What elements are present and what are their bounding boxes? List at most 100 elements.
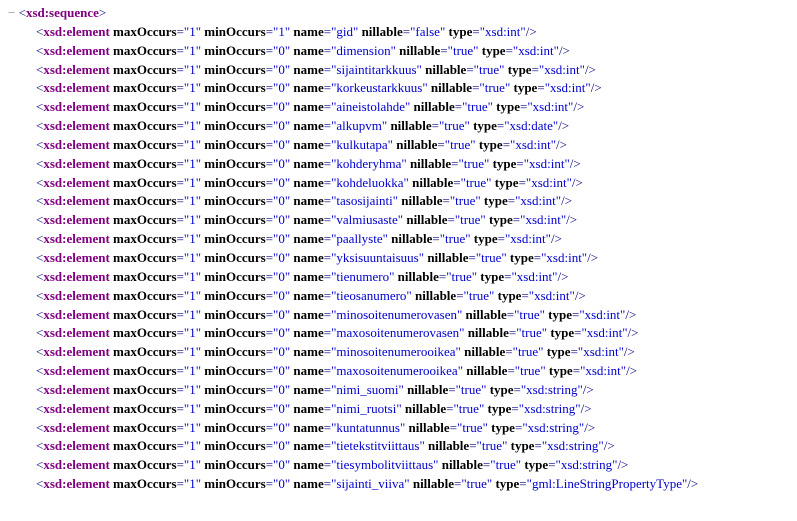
attr-type: type [549,363,573,378]
val-name: "gid" [331,24,358,39]
val-name: "tasosijainti" [331,193,398,208]
attr-minOccurs: minOccurs [204,363,265,378]
attr-nillable: nillable [415,288,456,303]
val-name: "maxosoitenumerooikea" [331,363,463,378]
attr-minOccurs: minOccurs [204,457,265,472]
xsd-element-line: <xsd:element maxOccurs="1" minOccurs="0"… [8,362,789,381]
val-nillable: "true" [457,420,488,435]
attr-minOccurs: minOccurs [204,344,265,359]
child-tag-name: xsd:element [43,118,109,133]
val-type: "xsd:string" [556,457,618,472]
val-name: "kohderyhma" [331,156,407,171]
val-minOccurs: "0" [273,137,290,152]
attr-minOccurs: minOccurs [204,43,265,58]
attr-type: type [510,250,534,265]
val-type: "xsd:int" [513,43,559,58]
val-minOccurs: "0" [273,175,290,190]
val-minOccurs: "0" [273,99,290,114]
val-nillable: "true" [477,438,508,453]
attr-type: type [479,137,503,152]
val-maxOccurs: "1" [184,269,201,284]
attr-nillable: nillable [468,325,509,340]
val-type: "xsd:int" [526,175,572,190]
attr-maxOccurs: maxOccurs [113,231,177,246]
child-tag-name: xsd:element [43,457,109,472]
attr-nillable: nillable [412,175,453,190]
attr-maxOccurs: maxOccurs [113,457,177,472]
val-type: "xsd:int" [582,325,628,340]
attr-nillable: nillable [466,363,507,378]
attr-maxOccurs: maxOccurs [113,193,177,208]
val-nillable: "true" [514,307,545,322]
attr-nillable: nillable [396,137,437,152]
val-nillable: "true" [461,476,492,491]
val-maxOccurs: "1" [184,307,201,322]
attr-maxOccurs: maxOccurs [113,344,177,359]
val-type: "xsd:int" [529,288,575,303]
val-maxOccurs: "1" [184,325,201,340]
attr-minOccurs: minOccurs [204,175,265,190]
attr-maxOccurs: maxOccurs [113,24,177,39]
attr-maxOccurs: maxOccurs [113,118,177,133]
val-maxOccurs: "1" [184,137,201,152]
attr-nillable: nillable [407,382,448,397]
child-tag-name: xsd:element [43,99,109,114]
val-maxOccurs: "1" [184,193,201,208]
child-tag-name: xsd:element [43,363,109,378]
val-minOccurs: "0" [273,80,290,95]
child-tag-name: xsd:element [43,250,109,265]
attr-nillable: nillable [398,269,439,284]
attr-name: name [293,269,323,284]
val-type: "xsd:int" [511,269,557,284]
attr-type: type [493,156,517,171]
val-maxOccurs: "1" [184,476,201,491]
val-name: "minosoitenumerovasen" [331,307,462,322]
val-minOccurs: "0" [273,250,290,265]
xsd-element-line: <xsd:element maxOccurs="1" minOccurs="0"… [8,42,789,61]
val-type: "xsd:int" [527,99,573,114]
attr-minOccurs: minOccurs [204,80,265,95]
xsd-element-line: <xsd:element maxOccurs="1" minOccurs="0"… [8,287,789,306]
attr-type: type [496,99,520,114]
attr-name: name [293,344,323,359]
attr-minOccurs: minOccurs [204,212,265,227]
attr-name: name [293,193,323,208]
val-type: "xsd:int" [579,307,625,322]
collapse-toggle-icon[interactable]: − [8,5,15,20]
attr-maxOccurs: maxOccurs [113,99,177,114]
attr-name: name [293,325,323,340]
attr-name: name [293,231,323,246]
child-tag-name: xsd:element [43,344,109,359]
attr-type: type [482,43,506,58]
val-nillable: "true" [474,62,505,77]
child-tag-name: xsd:element [43,43,109,58]
val-minOccurs: "0" [273,344,290,359]
attr-name: name [293,43,323,58]
attr-minOccurs: minOccurs [204,118,265,133]
attr-type: type [495,476,519,491]
attr-nillable: nillable [362,24,403,39]
val-name: "yksisuuntaisuus" [331,250,424,265]
attr-minOccurs: minOccurs [204,438,265,453]
val-minOccurs: "0" [273,457,290,472]
attr-maxOccurs: maxOccurs [113,137,177,152]
attr-nillable: nillable [464,344,505,359]
attr-maxOccurs: maxOccurs [113,80,177,95]
val-type: "xsd:string" [521,382,583,397]
val-nillable: "true" [445,137,476,152]
val-type: "xsd:int" [505,231,551,246]
xsd-element-line: <xsd:element maxOccurs="1" minOccurs="0"… [8,475,789,494]
val-maxOccurs: "1" [184,438,201,453]
val-minOccurs: "1" [273,24,290,39]
attr-type: type [488,401,512,416]
val-maxOccurs: "1" [184,212,201,227]
val-minOccurs: "0" [273,156,290,171]
val-maxOccurs: "1" [184,43,201,58]
val-nillable: "true" [464,288,495,303]
attr-minOccurs: minOccurs [204,193,265,208]
val-type: "xsd:date" [504,118,558,133]
val-type: "xsd:int" [515,193,561,208]
attr-type: type [495,175,519,190]
val-maxOccurs: "1" [184,363,201,378]
val-nillable: "true" [515,363,546,378]
